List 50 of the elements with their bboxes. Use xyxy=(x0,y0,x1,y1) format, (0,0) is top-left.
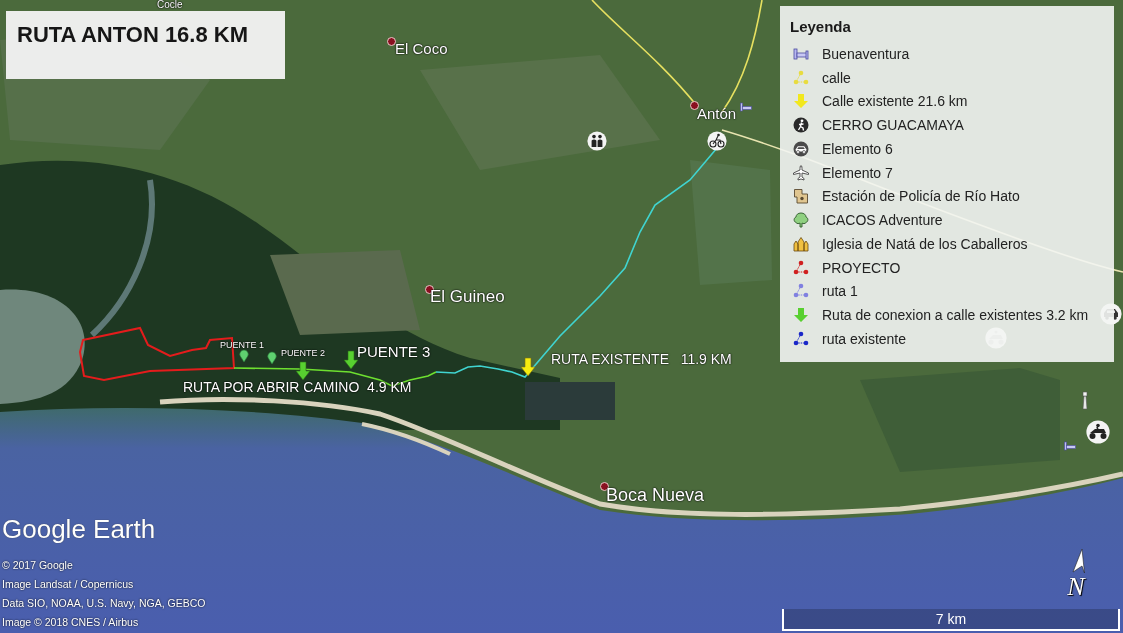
down-arrow-icon xyxy=(520,357,536,377)
bed-icon xyxy=(1064,441,1076,451)
legend-label: ruta 1 xyxy=(822,283,858,300)
legend-label: CERRO GUACAMAYA xyxy=(822,117,964,134)
map-title: RUTA ANTON 16.8 KM xyxy=(17,22,249,47)
people-icon xyxy=(587,131,607,151)
legend-label: Buenaventura xyxy=(822,45,910,62)
legend-label: calle xyxy=(822,69,851,86)
legend-label: PROYECTO xyxy=(822,259,901,276)
tree-icon xyxy=(793,212,809,229)
bridge-label: PUENTE 3 xyxy=(357,344,431,361)
place-label: Boca Nueva xyxy=(606,486,705,506)
route-label: RUTA EXISTENTE 11.9 KM xyxy=(551,352,732,368)
google-earth-logo: Google Earth xyxy=(2,513,156,546)
bed-icon xyxy=(740,102,752,112)
legend-label: ruta existente xyxy=(822,330,907,347)
place-label: El Coco xyxy=(395,41,448,58)
church-icon xyxy=(793,235,809,252)
down-arrow-icon xyxy=(295,361,311,381)
scale-label: 7 km xyxy=(935,611,967,627)
place-label: Antón xyxy=(697,106,737,123)
lighthouse-icon xyxy=(1080,390,1090,410)
bed-icon xyxy=(793,45,809,62)
legend-label: Iglesia de Natá de los Caballeros xyxy=(822,235,1028,252)
car-icon xyxy=(793,140,809,157)
place-label: El Guineo xyxy=(430,288,505,307)
hiker-icon xyxy=(793,117,809,134)
place-label: Cocle xyxy=(157,0,183,10)
attribution-text: © 2017 Google xyxy=(2,558,73,573)
police-station-icon xyxy=(793,188,809,205)
attribution-text: Image Landsat / Copernicus xyxy=(2,577,134,592)
map-pin-icon xyxy=(239,349,249,362)
legend-label: Elemento 6 xyxy=(822,140,893,157)
north-label: N xyxy=(1067,574,1085,600)
map-pin-icon xyxy=(267,351,277,364)
bicycle-icon xyxy=(707,131,727,151)
attribution-text: Image © 2018 CNES / Airbus xyxy=(2,615,139,630)
legend-label: Elemento 7 xyxy=(822,164,893,181)
down-arrow-icon xyxy=(343,350,359,370)
bridge-label: PUENTE 2 xyxy=(281,349,325,359)
attribution-text: Data SIO, NOAA, U.S. Navy, NGA, GEBCO xyxy=(2,596,206,611)
legend-label: Estación de Policía de Río Hato xyxy=(822,188,1020,205)
atv-icon xyxy=(1086,420,1110,444)
route-label: RUTA POR ABRIR CAMINO 4.9 KM xyxy=(183,380,412,396)
legend-title: Leyenda xyxy=(790,17,851,37)
airplane-icon xyxy=(793,164,809,181)
legend-label: ICACOS Adventure xyxy=(822,212,943,229)
north-arrow-icon xyxy=(1072,548,1086,574)
legend-label: Calle existente 21.6 km xyxy=(822,93,968,110)
legend-label: Ruta de conexion a calle existentes 3.2 km xyxy=(822,307,1089,324)
